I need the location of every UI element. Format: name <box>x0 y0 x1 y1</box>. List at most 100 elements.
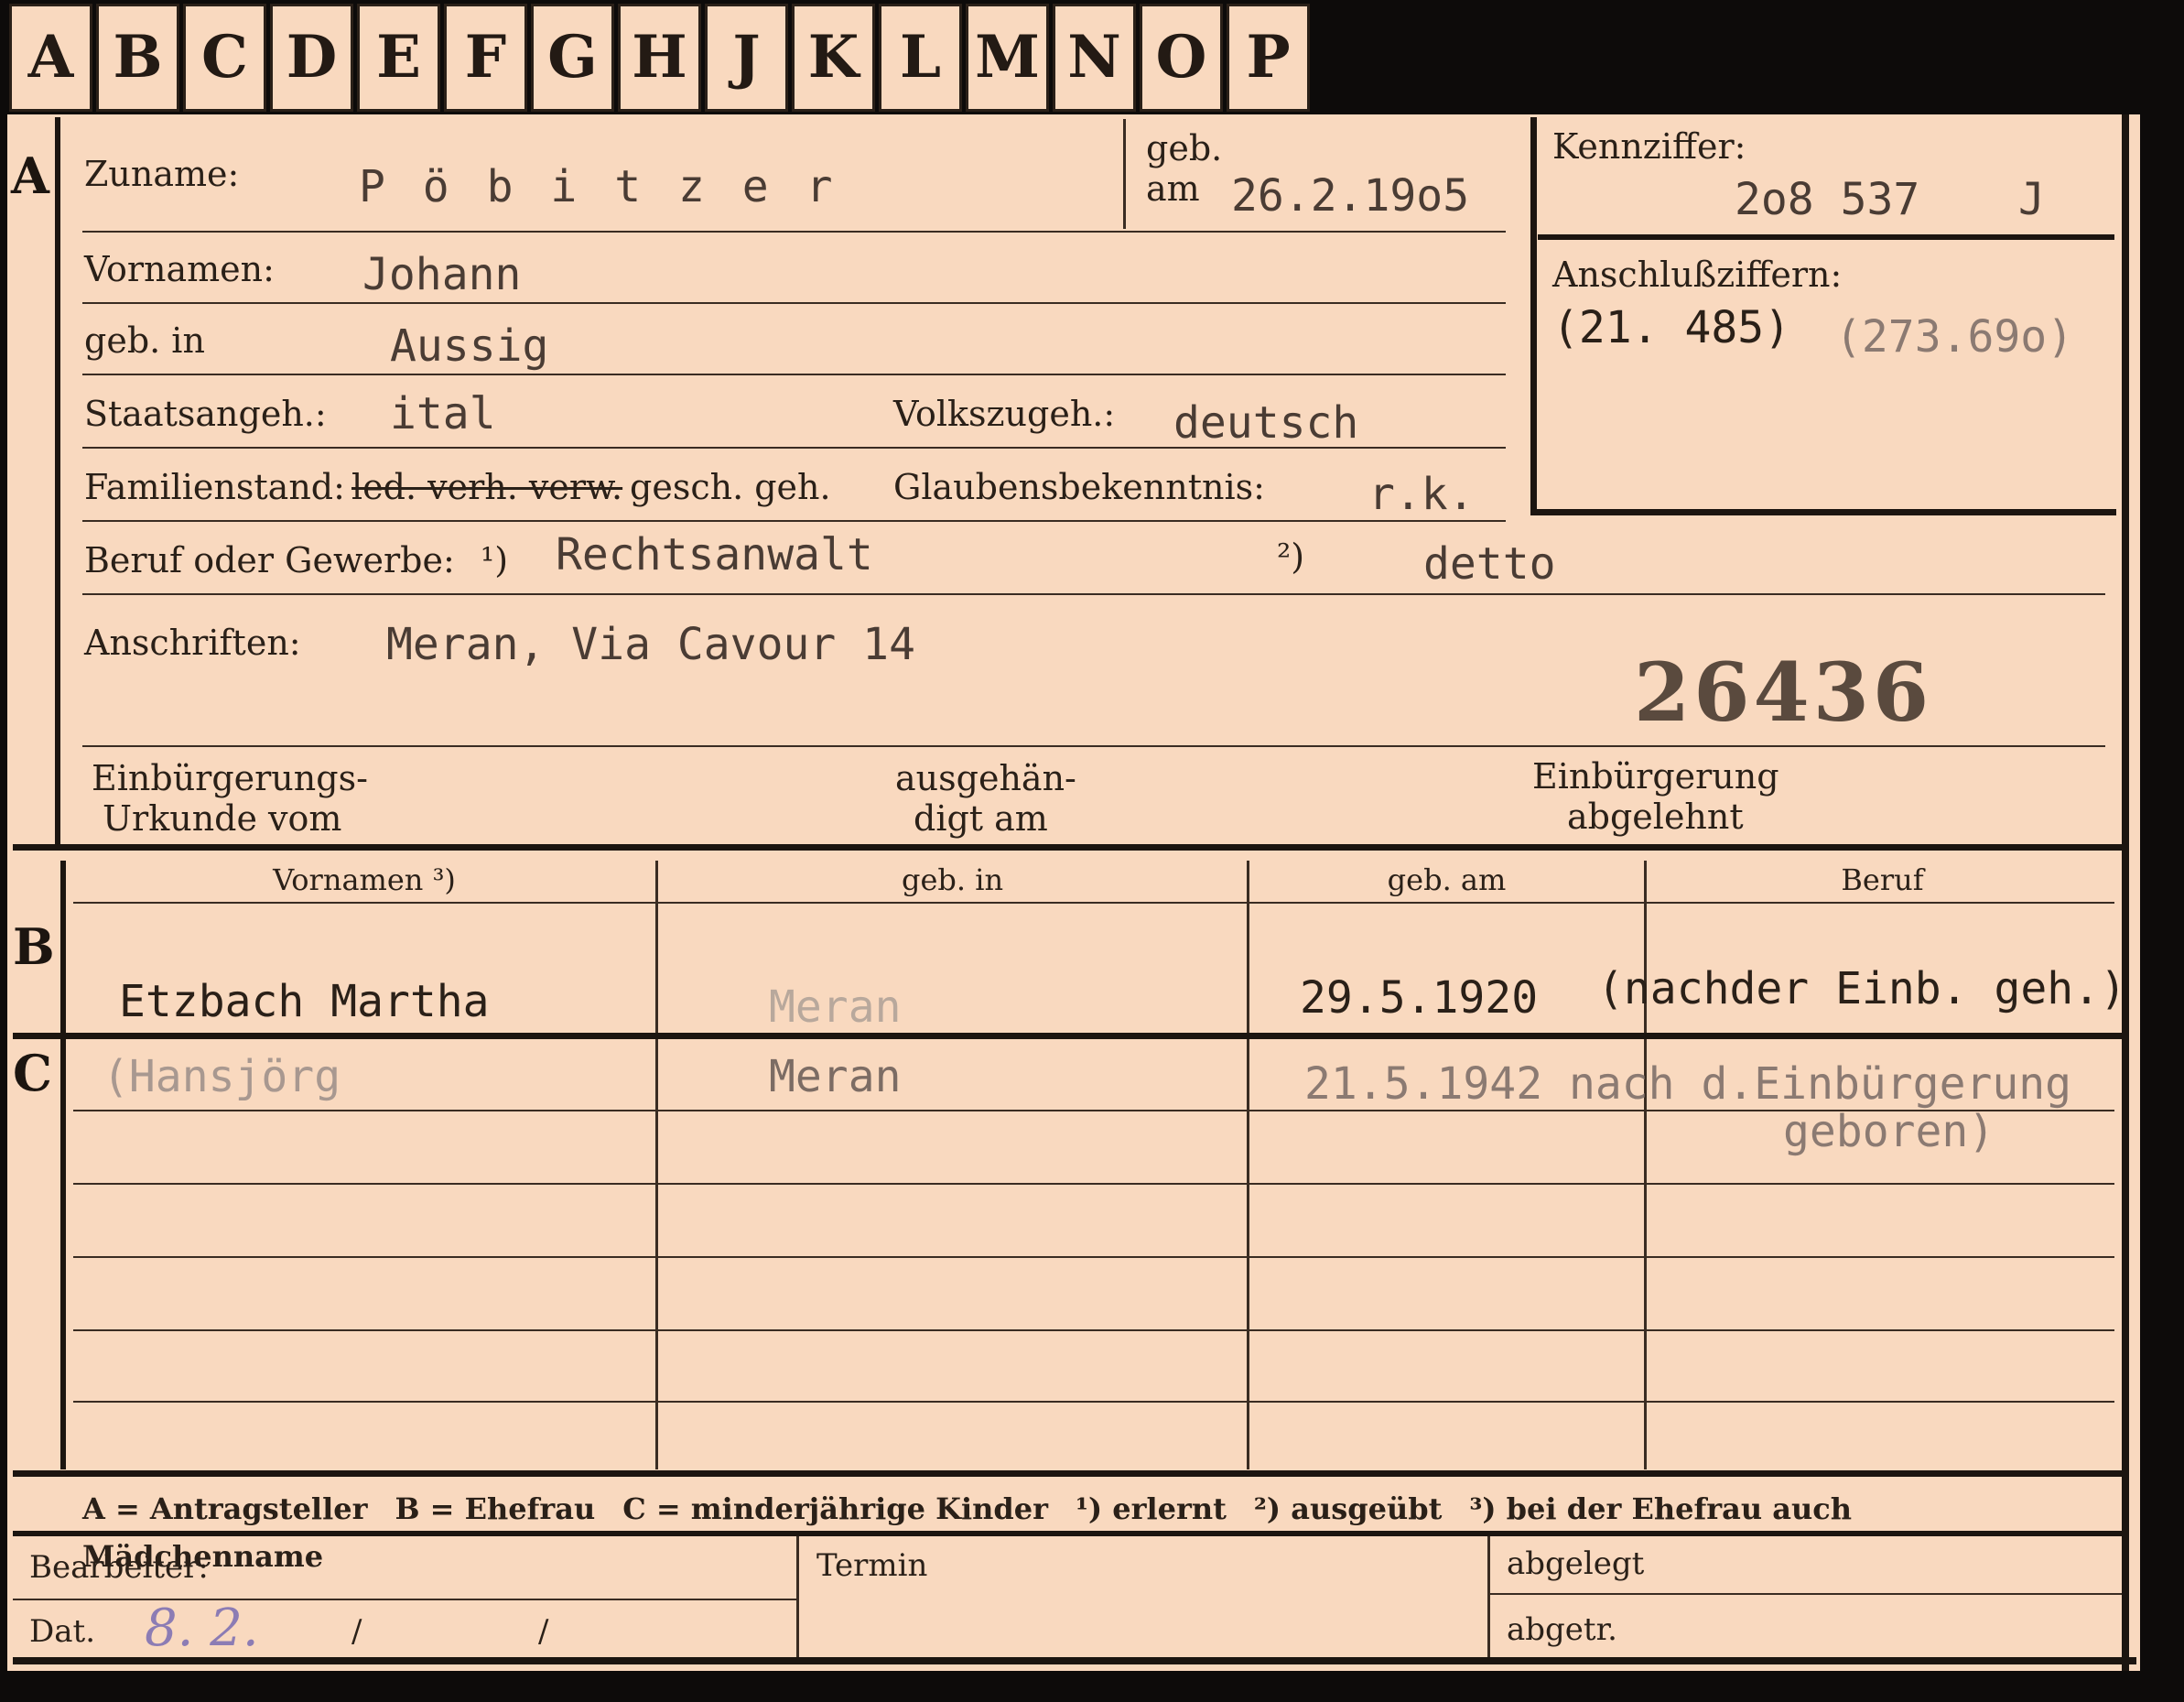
ausgehaendigt-label-2: digt am <box>914 798 1048 839</box>
abgelegt-label: abgelegt <box>1507 1545 1645 1582</box>
bearbeiter-label: Bearbeiter: <box>29 1549 209 1586</box>
tab-p: P <box>1227 4 1310 112</box>
tab-e: E <box>357 4 440 112</box>
legend-item: A = Antragsteller <box>82 1491 368 1526</box>
table-bottom-rule <box>13 1470 2124 1477</box>
card-right-rule <box>2122 114 2129 1671</box>
einbuergerung-abgelehnt-label-2: abgelehnt <box>1567 797 1744 837</box>
anschluss-value-2: (273.69o) <box>1835 311 2074 363</box>
familienstand-label: Familienstand: <box>84 467 345 507</box>
rule <box>13 1599 796 1600</box>
rule <box>73 1401 2114 1403</box>
vornamen-value: Johann <box>362 249 522 300</box>
tab-n: N <box>1053 4 1136 112</box>
section-separator-ab <box>13 844 2124 851</box>
dat-label: Dat. <box>29 1613 96 1650</box>
b-vornamen: Etzbach Martha <box>119 976 490 1027</box>
familienstand-struck: led. verh. verw. <box>351 467 623 507</box>
col-rule <box>655 861 658 1469</box>
legend-item: C = minderjährige Kinder <box>622 1491 1048 1526</box>
rule <box>82 745 2105 747</box>
rule <box>82 302 1506 304</box>
einbuergerung-abgelehnt-label-1: Einbürgerung <box>1532 756 1779 797</box>
tab-m: M <box>966 4 1049 112</box>
tab-j: J <box>705 4 788 112</box>
col-header-beruf: Beruf <box>1841 862 1924 897</box>
section-separator-bc <box>13 1033 2124 1039</box>
anschriften-value: Meran, Via Cavour 14 <box>386 619 915 670</box>
index-tabs: ABCDEFGHJKLMNOP <box>9 4 1314 112</box>
tab-g: G <box>531 4 614 112</box>
b-beruf: (nachder Einb. geh.) <box>1597 963 2126 1014</box>
abgetr-label: abgetr. <box>1507 1611 1617 1648</box>
geb-in-label: geb. in <box>84 320 205 361</box>
legend: A = Antragsteller B = Ehefrau C = minderjä… <box>18 1485 2124 1574</box>
staatsangeh-value: ital <box>390 388 496 439</box>
dat-separator-2: / <box>538 1613 549 1650</box>
rule <box>82 374 1506 375</box>
kennziffer-value: 2o8 537 <box>1735 174 1920 225</box>
rule <box>1490 1593 2122 1595</box>
geb-am-divider <box>1123 119 1126 229</box>
rule <box>82 593 2105 595</box>
dat-separator-1: / <box>351 1613 362 1650</box>
legend-bottom-rule <box>13 1531 2124 1536</box>
familienstand-value: gesch. geh. <box>630 467 831 507</box>
b-geb-am: 29.5.1920 <box>1300 972 1539 1024</box>
tab-a: A <box>9 4 92 112</box>
c-vornamen: (Hansjörg <box>103 1051 341 1102</box>
c-geb-in: Meran <box>769 1051 902 1102</box>
b-geb-in: Meran <box>769 981 902 1033</box>
stamp-number: 26436 <box>1634 645 1933 740</box>
volkszugeh-value: deutsch <box>1173 397 1359 449</box>
legend-item: ²) ausgeübt <box>1253 1491 1443 1526</box>
tab-l: L <box>879 4 962 112</box>
glaubens-value: r.k. <box>1368 469 1475 520</box>
rule <box>73 1256 2114 1258</box>
col-rule <box>1247 861 1249 1469</box>
section-a-left-rule <box>55 117 60 845</box>
tab-o: O <box>1140 4 1223 112</box>
col-rule <box>1644 861 1647 1469</box>
section-b-marker: B <box>13 917 55 976</box>
table-left-rule <box>60 861 66 1469</box>
rule <box>73 1329 2114 1331</box>
staatsangeh-label: Staatsangeh.: <box>84 394 327 434</box>
glaubens-label: Glaubensbekenntnis: <box>893 467 1265 507</box>
zuname-value: P ö b i t z e r <box>359 161 838 212</box>
geb-label: geb. <box>1146 128 1223 168</box>
rule <box>82 231 1506 233</box>
legend-item: ¹) erlernt <box>1075 1491 1227 1526</box>
beruf-value-1: Rechtsanwalt <box>556 529 873 580</box>
tab-c: C <box>183 4 266 112</box>
card-bottom-rule <box>13 1657 2136 1664</box>
footer-divider <box>1487 1536 1490 1661</box>
beruf-value-2: detto <box>1423 538 1556 590</box>
geb-am-value: 26.2.19o5 <box>1231 170 1470 222</box>
beruf-note-1: ¹) <box>481 540 509 580</box>
anschluss-label: Anschlußziffern: <box>1552 255 1843 295</box>
tab-h: H <box>618 4 701 112</box>
tab-d: D <box>270 4 353 112</box>
kennziffer-divider <box>1538 234 2114 240</box>
col-header-geb-in: geb. in <box>901 862 1004 897</box>
rule <box>73 902 2114 904</box>
c-beruf-line2: geboren) <box>1783 1106 1995 1157</box>
c-geb-am: 21.5.1942 nach d.Einbürgerung <box>1304 1058 2072 1110</box>
rule <box>73 1183 2114 1185</box>
kennziffer-suffix: J <box>2018 174 2045 225</box>
beruf-label: Beruf oder Gewerbe: <box>84 540 455 580</box>
tab-k: K <box>792 4 875 112</box>
dat-handwritten: 8. 2. <box>145 1599 259 1658</box>
termin-label: Termin <box>816 1547 928 1584</box>
vornamen-label: Vornamen: <box>84 249 275 289</box>
einbuergerung-urkunde-label-2: Urkunde vom <box>103 798 342 839</box>
section-c-marker: C <box>13 1044 52 1102</box>
tab-f: F <box>444 4 527 112</box>
kennziffer-label: Kennziffer: <box>1552 126 1746 167</box>
ausgehaendigt-label-1: ausgehän- <box>895 758 1076 798</box>
rule <box>82 520 1506 522</box>
zuname-label: Zuname: <box>84 154 240 194</box>
section-a-marker: A <box>11 146 49 205</box>
col-header-vornamen: Vornamen ³) <box>273 862 456 897</box>
